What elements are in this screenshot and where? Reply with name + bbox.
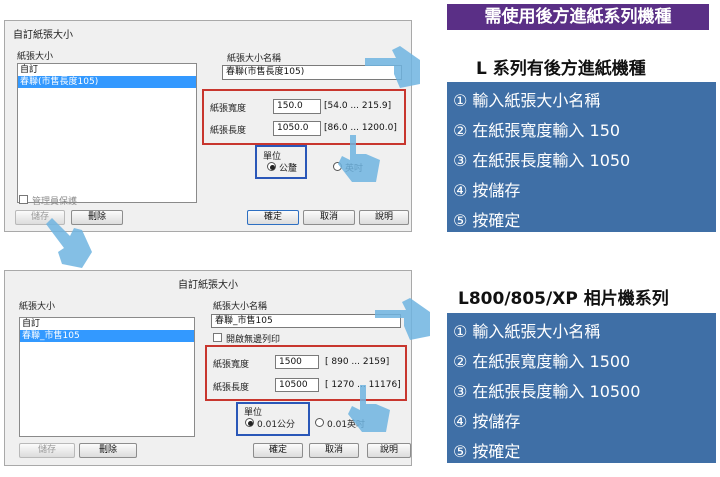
l-series-steps: ① 輸入紙張大小名稱 ② 在紙張寬度輸入 150 ③ 在紙張長度輸入 1050 …: [447, 82, 716, 232]
dialog-title: 自訂紙張大小: [178, 280, 238, 291]
paper-name-label: 紙張大小名稱: [227, 54, 282, 64]
step-5: ⑤ 按確定: [453, 211, 521, 230]
admin-lock-label: 管理員保護: [32, 197, 78, 207]
list-item[interactable]: 自訂: [20, 318, 194, 330]
step-4: ④ 按儲存: [453, 412, 521, 431]
width-label: 紙張寬度: [213, 360, 250, 370]
paper-size-label: 紙張大小: [19, 302, 56, 312]
list-item[interactable]: 自訂: [18, 64, 196, 76]
unit-mm-radio[interactable]: [267, 162, 276, 171]
ok-button[interactable]: 確定: [253, 443, 303, 458]
paper-size-label: 紙張大小: [17, 52, 54, 62]
width-label: 紙張寬度: [210, 104, 247, 114]
step-3: ③ 在紙張長度輸入 1050: [453, 151, 631, 170]
cancel-button[interactable]: 取消: [303, 210, 355, 225]
paper-size-list[interactable]: 自訂 春聯_市售105: [19, 317, 195, 437]
pointing-hand-icon: [348, 385, 390, 432]
list-item[interactable]: 春聯(市售長度105): [18, 76, 196, 88]
length-input[interactable]: 10500: [275, 378, 319, 392]
step-1: ① 輸入紙張大小名稱: [453, 322, 601, 341]
length-label: 紙張長度: [213, 383, 250, 393]
pointing-hand-icon: [46, 218, 92, 268]
custom-paper-dialog-1: 自訂紙張大小 紙張大小 自訂 春聯(市售長度105) 紙張大小名稱 春聯(市售長…: [4, 20, 412, 232]
width-range: [54.0 ... 215.9]: [324, 101, 392, 111]
width-range: [ 890 ... 2159]: [325, 357, 390, 367]
delete-button[interactable]: 刪除: [79, 443, 137, 458]
step-1: ① 輸入紙張大小名稱: [453, 91, 601, 110]
borderless-checkbox[interactable]: [213, 333, 222, 342]
list-item[interactable]: 春聯_市售105: [20, 330, 194, 342]
unit-inch-radio[interactable]: [315, 418, 324, 427]
step-2: ② 在紙張寬度輸入 150: [453, 121, 621, 140]
step-4: ④ 按儲存: [453, 181, 521, 200]
width-input[interactable]: 1500: [275, 355, 319, 369]
unit-mm-label: 公釐: [279, 164, 298, 174]
save-button[interactable]: 儲存: [19, 443, 75, 458]
paper-name-label: 紙張大小名稱: [213, 302, 268, 312]
length-input[interactable]: 1050.0: [273, 121, 321, 136]
step-2: ② 在紙張寬度輸入 1500: [453, 352, 631, 371]
unit-mm-label: 0.01公分: [257, 420, 296, 430]
admin-lock-checkbox[interactable]: [19, 195, 28, 204]
l-series-title: L 系列有後方進紙機種: [476, 59, 646, 79]
width-input[interactable]: 150.0: [273, 99, 321, 114]
step-5: ⑤ 按確定: [453, 442, 521, 461]
step-3: ③ 在紙張長度輸入 10500: [453, 382, 641, 401]
pointing-hand-icon: [365, 46, 420, 88]
ok-button[interactable]: 確定: [247, 210, 299, 225]
dialog-title: 自訂紙張大小: [13, 30, 73, 41]
help-button[interactable]: 說明: [367, 443, 411, 458]
unit-mm-radio[interactable]: [245, 418, 254, 427]
length-label: 紙張長度: [210, 126, 247, 136]
pointing-hand-icon: [375, 298, 430, 340]
cancel-button[interactable]: 取消: [309, 443, 359, 458]
pointing-hand-icon: [338, 135, 380, 182]
help-button[interactable]: 說明: [359, 210, 409, 225]
paper-size-list[interactable]: 自訂 春聯(市售長度105): [17, 63, 197, 203]
xp-series-title: L800/805/XP 相片機系列: [458, 289, 669, 309]
borderless-label: 開啟無邊列印: [226, 335, 281, 345]
header-banner: 需使用後方進紙系列機種: [447, 4, 709, 30]
xp-series-steps: ① 輸入紙張大小名稱 ② 在紙張寬度輸入 1500 ③ 在紙張長度輸入 1050…: [447, 313, 716, 463]
